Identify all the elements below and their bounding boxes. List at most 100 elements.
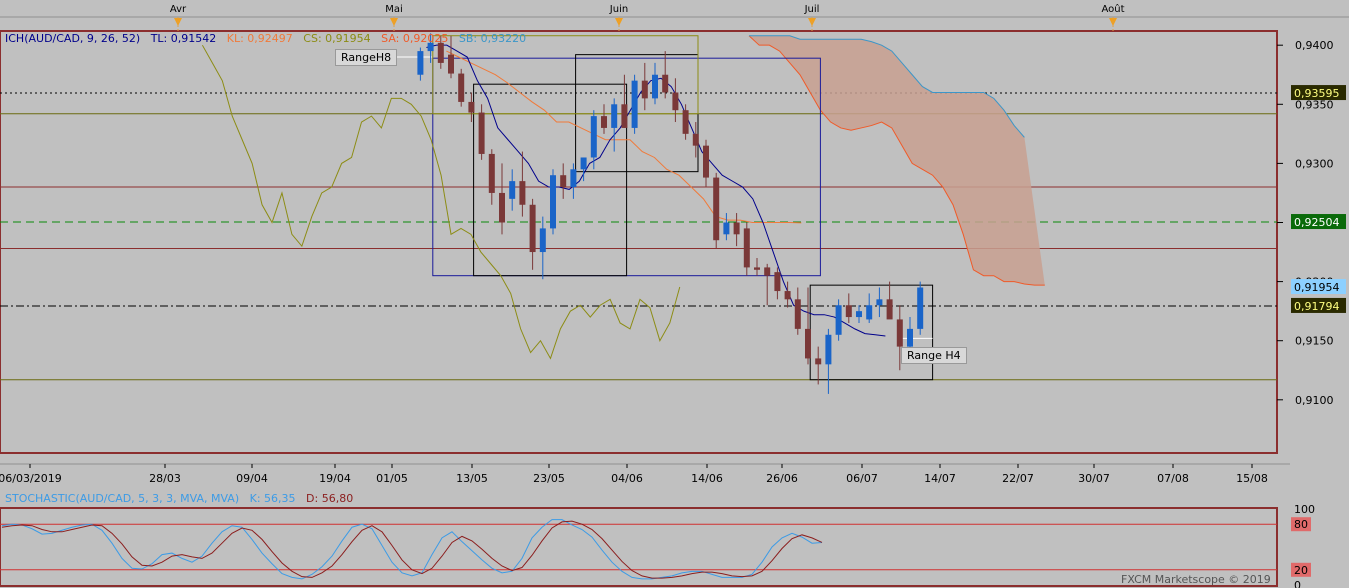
sa-label: SA: 0,92025 <box>381 32 449 45</box>
ich-label: ICH(AUD/CAD, 9, 26, 52) <box>5 32 141 45</box>
candle-body <box>825 334 832 365</box>
candle-body <box>601 116 607 128</box>
candle-body <box>896 319 903 347</box>
candle-body <box>866 305 873 320</box>
date-tick-label: 15/08 <box>1236 472 1268 485</box>
month-label: Juil <box>804 4 820 15</box>
candle-body <box>509 181 516 199</box>
candle-body <box>641 80 648 99</box>
price-tag-label: 0,93595 <box>1294 87 1340 100</box>
stoch-y-label: 80 <box>1294 518 1308 531</box>
stochastic-legend: STOCHASTIC(AUD/CAD, 5, 3, 3, MVA, MVA) K… <box>5 492 353 505</box>
candle-body <box>774 272 781 292</box>
candle-body <box>835 305 842 335</box>
candle-body <box>743 228 750 268</box>
month-label: Mai <box>385 4 403 15</box>
candle-body <box>784 291 791 300</box>
date-tick-label: 28/03 <box>149 472 181 485</box>
date-tick-label: 01/05 <box>376 472 408 485</box>
candle-body <box>488 153 495 193</box>
watermark: FXCM Marketscope © 2019 <box>1121 573 1271 586</box>
ichimoku-legend: ICH(AUD/CAD, 9, 26, 52) TL: 0,91542 KL: … <box>5 32 526 45</box>
date-tick-label: 06/07 <box>846 472 878 485</box>
candle-body <box>499 192 505 223</box>
date-tick-label: 14/07 <box>924 472 956 485</box>
stoch-y-label: 20 <box>1294 564 1308 577</box>
sb-label: SB: 0,93220 <box>458 32 527 45</box>
stoch-y-label: 0 <box>1294 579 1301 588</box>
candle-body <box>723 222 730 235</box>
date-tick-label: 23/05 <box>533 472 565 485</box>
candle-body <box>845 305 852 318</box>
range-h4-label[interactable]: Range H4 <box>901 347 967 364</box>
candle-body <box>713 177 720 241</box>
month-label: Juin <box>609 4 628 15</box>
candle-body <box>805 328 811 359</box>
ichimoku-cloud <box>749 35 1045 286</box>
candle-body <box>907 328 913 347</box>
tl-label: TL: 0,91542 <box>150 32 217 45</box>
y-tick-label: 0,9150 <box>1295 335 1334 348</box>
main-plot-frame <box>0 30 1278 454</box>
price-tag-label: 0,91954 <box>1294 281 1340 294</box>
candle-body <box>652 74 658 99</box>
candle-body <box>662 74 669 93</box>
stoch-d-label: D: 56,80 <box>306 492 354 505</box>
kl-label: KL: 0,92497 <box>226 32 293 45</box>
date-tick-label: 04/06 <box>611 472 643 485</box>
candle-body <box>682 110 689 134</box>
date-tick-label: 30/07 <box>1078 472 1110 485</box>
candle-body <box>458 73 465 102</box>
date-tick-label: 14/06 <box>691 472 723 485</box>
candle-body <box>703 145 709 178</box>
candle-body <box>550 175 556 229</box>
candle-body <box>529 204 536 253</box>
date-tick-label: 07/08 <box>1157 472 1189 485</box>
candle-body <box>672 92 679 111</box>
candle-body <box>560 175 567 188</box>
candle-body <box>733 222 740 235</box>
y-tick-label: 0,9100 <box>1295 394 1334 407</box>
candle-body <box>468 101 475 113</box>
month-label: Avr <box>170 4 187 15</box>
candle-body <box>539 228 546 253</box>
chikou-span-line <box>201 44 681 360</box>
candle-body <box>794 299 801 329</box>
candle-body <box>621 104 628 128</box>
date-tick-label: 19/04 <box>319 472 351 485</box>
candle-body <box>876 299 883 306</box>
date-tick-label: 26/06 <box>766 472 798 485</box>
candle-body <box>815 358 822 365</box>
cs-label: CS: 0,91954 <box>303 32 371 45</box>
y-tick-label: 0,9350 <box>1295 98 1334 111</box>
candle-body <box>886 299 893 320</box>
range-h8-label[interactable]: RangeH8 <box>335 49 398 66</box>
price-tag-label: 0,91794 <box>1294 300 1340 313</box>
date-tick-label: 09/04 <box>236 472 268 485</box>
y-tick-label: 0,9300 <box>1295 157 1334 170</box>
date-tick-label: 22/07 <box>1002 472 1034 485</box>
candle-body <box>856 311 862 318</box>
stoch-k-label: K: 56,35 <box>249 492 296 505</box>
candle-body <box>611 104 618 128</box>
y-tick-label: 0,9400 <box>1295 39 1334 52</box>
candle-body <box>590 116 597 158</box>
candle-body <box>519 181 526 205</box>
candle-body <box>631 80 638 128</box>
month-label: Août <box>1101 3 1124 15</box>
candle-body <box>437 42 444 63</box>
stoch-y-label: 100 <box>1294 503 1315 516</box>
candle-body <box>764 267 771 276</box>
candle-body <box>754 267 760 270</box>
candle-body <box>917 287 924 329</box>
price-tag-label: 0,92504 <box>1294 216 1340 229</box>
stoch-label: STOCHASTIC(AUD/CAD, 5, 3, 3, MVA, MVA) <box>5 492 240 505</box>
candle-body <box>580 157 587 170</box>
date-tick-label: 06/03/2019 <box>0 472 62 485</box>
candle-body <box>692 133 699 146</box>
candle-body <box>448 54 454 74</box>
candle-body <box>478 112 485 154</box>
candle-body <box>417 51 424 75</box>
chart-window: Avr Mai Juin Juil Août 0,9400 0,9350 0,9300 0,92… <box>0 0 1349 588</box>
candle-body <box>570 169 577 188</box>
